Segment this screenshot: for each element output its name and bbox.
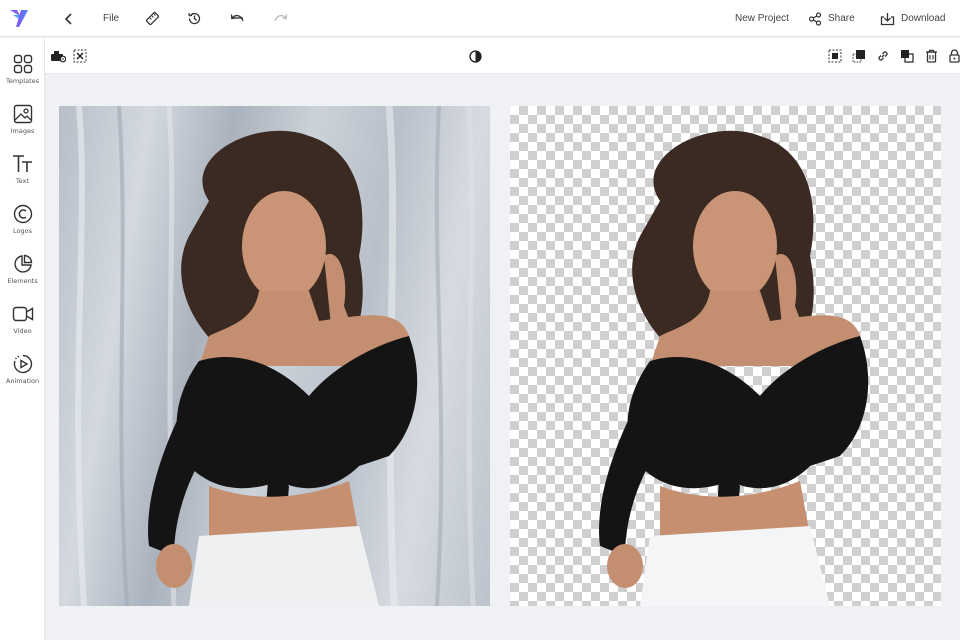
back-button[interactable] <box>63 0 75 37</box>
edit-toolbar <box>45 38 960 74</box>
editor-canvas[interactable] <box>45 75 960 640</box>
sidebar-item-label: Text <box>15 177 30 185</box>
contrast-button[interactable] <box>467 48 483 64</box>
link-icon <box>878 51 888 61</box>
delete-button[interactable] <box>923 48 939 64</box>
share-button[interactable]: Share <box>808 0 855 37</box>
shadow-icon <box>852 50 865 63</box>
undo-icon <box>230 13 244 21</box>
sidebar-item-label: Video <box>13 327 32 335</box>
file-label: File <box>103 13 120 24</box>
shadow-button[interactable] <box>851 48 867 64</box>
contrast-icon <box>468 49 482 63</box>
remove-object-button[interactable] <box>72 48 88 64</box>
sidebar-item-images[interactable]: Images <box>0 102 45 150</box>
lock-button[interactable] <box>946 48 960 64</box>
logos-icon <box>13 204 32 224</box>
text-icon <box>12 155 32 172</box>
ruler-icon <box>145 11 160 26</box>
sidebar-item-label: Templates <box>5 77 40 85</box>
images-icon <box>13 104 32 124</box>
trash-icon <box>925 49 937 63</box>
sidebar-item-video[interactable]: Video <box>0 302 45 350</box>
crop-button[interactable] <box>827 48 843 64</box>
video-icon <box>12 306 33 322</box>
download-icon <box>880 12 895 25</box>
processed-photo[interactable] <box>510 106 941 606</box>
crop-icon <box>828 49 842 63</box>
undo-button[interactable] <box>230 0 245 37</box>
redo-icon <box>274 13 288 21</box>
top-toolbar: File New Project Share Download <box>0 0 960 37</box>
new-project-button[interactable]: New Project <box>735 0 789 37</box>
sidebar-item-label: Elements <box>7 277 38 285</box>
app-logo[interactable] <box>8 7 30 29</box>
back-arrow-icon <box>64 12 72 25</box>
lock-icon <box>948 49 960 63</box>
sidebar-item-label: Animation <box>5 377 40 385</box>
bg-remove-button[interactable] <box>50 48 66 64</box>
new-project-label: New Project <box>735 13 789 24</box>
portrait-background-removed <box>599 130 869 606</box>
link-button[interactable] <box>875 48 891 64</box>
original-photo[interactable] <box>59 106 490 606</box>
sidebar-item-elements[interactable]: Elements <box>0 252 45 300</box>
animation-icon <box>13 354 32 374</box>
sidebar-item-logos[interactable]: Logos <box>0 202 45 250</box>
portrait-original <box>148 130 418 606</box>
elements-icon <box>13 254 32 273</box>
templates-icon <box>13 54 32 74</box>
sidebar-item-label: Logos <box>13 227 32 235</box>
left-sidebar: Templates Images Text Logos Elements Vid… <box>0 38 45 640</box>
sidebar-item-templates[interactable]: Templates <box>0 52 45 100</box>
sidebar-item-animation[interactable]: Animation <box>0 352 45 400</box>
ruler-button[interactable] <box>145 0 160 37</box>
sidebar-item-label: Images <box>10 127 35 135</box>
layers-button[interactable] <box>899 48 915 64</box>
bg-remove-icon <box>51 51 66 63</box>
history-button[interactable] <box>187 0 202 37</box>
history-icon <box>188 12 201 25</box>
share-icon <box>808 11 822 26</box>
remove-icon <box>73 49 87 63</box>
download-label: Download <box>901 13 946 24</box>
redo-button[interactable] <box>273 0 288 37</box>
layers-icon <box>901 50 914 63</box>
download-button[interactable]: Download <box>880 0 945 37</box>
file-menu[interactable]: File <box>103 0 119 37</box>
sidebar-item-text[interactable]: Text <box>0 152 45 200</box>
share-label: Share <box>828 13 855 24</box>
